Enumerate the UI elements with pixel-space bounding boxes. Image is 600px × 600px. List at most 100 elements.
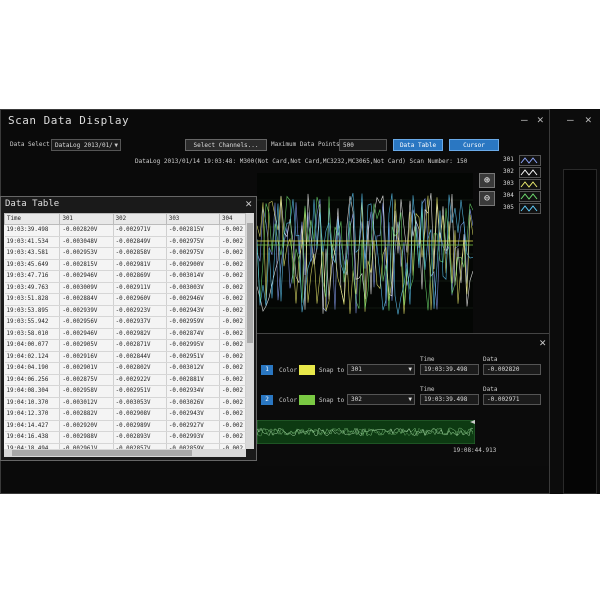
table-cell: 19:04:14.427 [4,420,61,432]
title-bar[interactable]: Scan Data Display — ✕ [1,110,549,132]
channel-number: 304 [503,192,514,199]
data-table-grid[interactable]: Time 301 302 303 304 19:03:39.498 -0.0028… [4,213,246,449]
channel-row[interactable]: 305 [503,202,543,214]
background-window: — ✕ [548,109,600,494]
table-cell: 19:03:55.942 [4,316,61,329]
table-row[interactable]: 19:03:43.581 -0.002953V -0.002858V -0.00297… [4,247,246,260]
table-row[interactable]: 19:04:06.256 -0.002875V -0.002922V -0.00288… [4,374,246,386]
table-row[interactable]: 19:04:02.124 -0.002916V -0.002844V -0.00295… [4,351,246,363]
table-cell: -0.002920V [59,420,114,432]
data-table-button[interactable]: Data Table [393,139,443,151]
table-cell: -0.003014V [166,270,221,283]
channel-number: 301 [503,156,514,163]
table-cell: -0.002815V [166,224,221,237]
data-select-dropdown[interactable]: DataLog 2013/01/ ▼ [51,139,121,151]
cursor-2-snap-dropdown[interactable]: 302 ▼ [347,394,415,405]
table-row[interactable]: 19:04:08.304 -0.002958V -0.002951V -0.00293… [4,385,246,398]
close-icon[interactable]: ✕ [245,197,252,210]
zoom-out-button[interactable]: ⊖ [479,191,495,206]
cursor-1-color-label: Color [279,367,298,374]
channel-row[interactable]: 304 [503,190,543,202]
table-row[interactable]: 19:04:14.427 -0.002920V -0.002989V -0.00292… [4,420,246,432]
table-cell: 19:04:00.077 [4,339,61,352]
table-row[interactable]: 19:03:53.895 -0.002939V -0.002923V -0.00294… [4,305,246,317]
table-row[interactable]: 19:04:04.190 -0.002901V -0.002802V -0.00301… [4,362,246,375]
table-row[interactable]: 19:03:47.716 -0.002946V -0.002869V -0.00301… [4,270,246,283]
table-cell: -0.002939V [59,305,114,317]
chevron-down-icon: ▼ [408,366,412,373]
cursor-2-data-field[interactable]: -0.002971 [483,394,541,405]
channel-trace-icon [519,155,541,166]
close-icon[interactable]: ✕ [585,113,592,126]
table-cell: 19:03:47.716 [4,270,61,283]
cursor-1-snap-dropdown[interactable]: 301 ▼ [347,364,415,375]
column-header[interactable]: Time [4,213,61,225]
table-row[interactable]: 19:03:45.649 -0.002815V -0.002981V -0.00290… [4,259,246,271]
table-row[interactable]: 19:04:12.370 -0.002882V -0.002908V -0.00294… [4,408,246,421]
table-cell: -0.002 [219,351,246,363]
column-header[interactable]: 303 [165,213,221,225]
table-cell: 19:04:02.124 [4,351,61,363]
data-table-title: Data Table [5,199,60,209]
table-cell: 19:04:08.304 [4,385,61,398]
horizontal-scrollbar[interactable] [4,449,246,457]
cursor-button[interactable]: Cursor [449,139,499,151]
cursor-1-index[interactable]: 1 [261,365,273,375]
table-row[interactable]: 19:03:58.010 -0.002946V -0.002982V -0.00287… [4,328,246,340]
minimize-icon[interactable]: — [567,113,574,126]
table-cell: -0.002956V [59,316,114,329]
plot-area[interactable] [256,173,474,335]
close-icon[interactable]: ✕ [537,113,544,126]
channel-number: 305 [503,204,514,211]
cursor-1-color-swatch[interactable] [299,365,315,375]
table-cell: -0.002 [219,224,246,237]
table-row[interactable]: 19:03:49.763 -0.003009V -0.002911V -0.00300… [4,282,246,294]
overview-strip[interactable] [256,419,476,445]
table-row[interactable]: 19:03:55.942 -0.002956V -0.002937V -0.00295… [4,316,246,329]
channel-row[interactable]: 301 [503,154,543,166]
channel-row[interactable]: 303 [503,178,543,190]
cursor-2-color-swatch[interactable] [299,395,315,405]
table-cell: -0.002937V [113,316,167,329]
table-row[interactable]: 19:03:39.498 -0.002820V -0.002971V -0.00281… [4,224,246,237]
window-title: Scan Data Display [8,114,130,127]
cursor-1-time-field[interactable]: 19:03:39.498 [420,364,479,375]
table-cell: -0.002946V [166,293,221,306]
cursor-2-index[interactable]: 2 [261,395,273,405]
scrollbar-thumb[interactable] [247,223,253,343]
table-row[interactable]: 19:04:16.438 -0.002988V -0.002893V -0.00299… [4,431,246,444]
cursor-2-time-field[interactable]: 19:03:39.498 [420,394,479,405]
table-row[interactable]: 19:03:41.534 -0.003048V -0.002849V -0.00297… [4,236,246,248]
column-header[interactable]: 301 [59,213,114,225]
table-cell: 19:03:43.581 [4,247,61,260]
overview-time-label: 19:08:44.913 [453,447,497,454]
channel-trace-icon [519,203,541,214]
table-cell: 19:03:49.763 [4,282,61,294]
cursor-1-data-field[interactable]: -0.002820 [483,364,541,375]
channel-row[interactable]: 302 [503,166,543,178]
table-row[interactable]: 19:04:10.370 -0.003012V -0.003053V -0.00302… [4,397,246,409]
close-icon[interactable]: ✕ [539,336,546,349]
cursor-1-snap-value: 301 [351,366,362,373]
minimize-icon[interactable]: — [521,113,528,126]
column-header[interactable]: 304 [219,213,246,225]
channel-legend: 301 302 303 304 305 [503,154,543,214]
max-data-points-input[interactable]: 500 [339,139,387,151]
cursor-panel: ✕ Time Data 1 Color Snap to 301 ▼ 19:03:… [257,333,549,466]
scrollbar-thumb[interactable] [12,450,192,456]
table-cell: 19:03:41.534 [4,236,61,248]
table-cell: -0.002943V [166,408,221,421]
zoom-in-button[interactable]: ⊕ [479,173,495,188]
table-cell: -0.002922V [113,374,167,386]
select-channels-button[interactable]: Select Channels... [185,139,267,151]
waveform-plot [256,173,474,335]
table-row[interactable]: 19:04:00.077 -0.002905V -0.002871V -0.00299… [4,339,246,352]
column-header[interactable]: 302 [112,213,167,225]
table-row[interactable]: 19:03:51.828 -0.002884V -0.002960V -0.00294… [4,293,246,306]
table-cell: -0.002905V [59,339,114,352]
table-cell: -0.002 [219,420,246,432]
table-cell: -0.002 [219,385,246,398]
vertical-scrollbar[interactable] [246,213,254,449]
table-cell: -0.002943V [166,305,221,317]
cursor-1-time-label: Time [420,356,435,363]
